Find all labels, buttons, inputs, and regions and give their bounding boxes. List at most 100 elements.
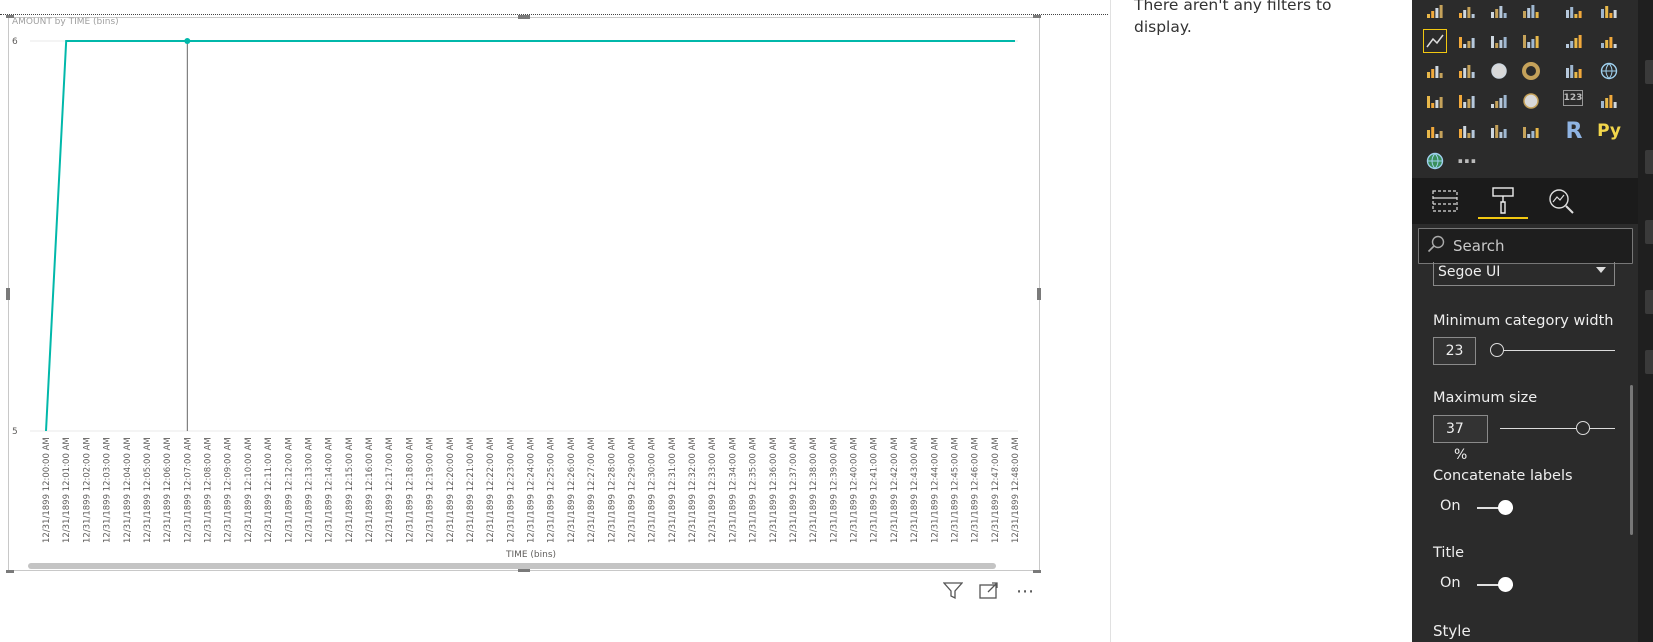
title-toggle[interactable] xyxy=(1498,577,1513,592)
x-tick-label: 12/31/1899 12:41:00 AM xyxy=(870,437,880,543)
funnel-icon[interactable] xyxy=(1488,90,1510,112)
edge-tab[interactable] xyxy=(1645,150,1653,174)
line-column-icon[interactable] xyxy=(1520,30,1542,52)
pie-chart-icon[interactable] xyxy=(1488,60,1510,82)
resize-handle-top[interactable] xyxy=(518,15,530,19)
slicer-icon[interactable] xyxy=(1456,120,1478,142)
filters-empty-message: There aren't any filters to display. xyxy=(1134,0,1332,36)
resize-handle-left[interactable] xyxy=(6,288,10,300)
max-size-track xyxy=(1500,428,1615,429)
focus-mode-icon[interactable] xyxy=(978,582,1000,602)
format-search-input[interactable] xyxy=(1451,236,1625,256)
x-tick-label: 12/31/1899 12:45:00 AM xyxy=(950,437,960,543)
line-clustered-column-icon[interactable] xyxy=(1563,30,1585,52)
area-chart-icon[interactable] xyxy=(1456,30,1478,52)
ribbon-chart-icon[interactable] xyxy=(1598,30,1620,52)
scatter-icon[interactable] xyxy=(1456,60,1478,82)
multi-row-card-icon[interactable] xyxy=(1598,90,1620,112)
donut-icon[interactable] xyxy=(1520,60,1542,82)
arcgis-icon[interactable] xyxy=(1424,150,1446,172)
max-size-slider[interactable] xyxy=(1575,421,1590,435)
x-tick-label: 12/31/1899 12:16:00 AM xyxy=(365,437,375,543)
series-line[interactable] xyxy=(45,40,1015,432)
edge-tab[interactable] xyxy=(1645,220,1653,244)
concatenate-labels-toggle[interactable] xyxy=(1498,500,1513,515)
resize-handle-right[interactable] xyxy=(1037,288,1041,300)
x-tick-label: 12/31/1899 12:05:00 AM xyxy=(143,437,153,543)
min-category-width-slider[interactable] xyxy=(1490,343,1504,357)
x-tick-label: 12/31/1899 12:44:00 AM xyxy=(930,437,940,543)
shape-map-icon[interactable] xyxy=(1456,90,1478,112)
x-tick-label: 12/31/1899 12:10:00 AM xyxy=(244,437,254,543)
x-tick-label: 12/31/1899 12:43:00 AM xyxy=(910,437,920,543)
x-tick-label: 12/31/1899 12:09:00 AM xyxy=(224,437,234,543)
format-search-box[interactable] xyxy=(1418,228,1633,264)
resize-handle-top-left[interactable] xyxy=(6,15,14,18)
font-family-dropdown[interactable]: Segoe UI xyxy=(1433,262,1615,286)
x-tick-label: 12/31/1899 12:06:00 AM xyxy=(163,437,173,543)
line-chart-icon[interactable] xyxy=(1423,29,1447,53)
title-toggle-state: On xyxy=(1440,575,1461,591)
more-visuals-icon[interactable]: ⋯ xyxy=(1456,149,1478,173)
x-tick-label: 12/31/1899 12:46:00 AM xyxy=(971,437,981,543)
search-icon xyxy=(1427,235,1451,257)
filled-map-icon[interactable] xyxy=(1424,90,1446,112)
chart-horizontal-scrollbar[interactable] xyxy=(28,563,996,569)
x-tick-label: 12/31/1899 12:02:00 AM xyxy=(82,437,92,543)
stacked-area-icon[interactable] xyxy=(1488,30,1510,52)
edge-tab[interactable] xyxy=(1645,290,1653,314)
style-section-header[interactable]: Style xyxy=(1433,622,1471,640)
y-tick-label: 5 xyxy=(12,427,18,437)
edge-tab[interactable] xyxy=(1645,350,1653,374)
resize-handle-bottom-right[interactable] xyxy=(1033,570,1041,573)
max-size-value: 37 xyxy=(1446,421,1464,437)
x-tick-label: 12/31/1899 12:23:00 AM xyxy=(506,437,516,543)
x-tick-label: 12/31/1899 12:21:00 AM xyxy=(466,437,476,543)
stacked-bar-icon[interactable] xyxy=(1424,0,1446,22)
x-tick-label: 12/31/1899 12:24:00 AM xyxy=(527,437,537,543)
line-chart[interactable]: 6 5 12/31/1899 12:00:00 AM 12/31/1899 12:0… xyxy=(0,0,1110,570)
clustered-bar-icon[interactable] xyxy=(1488,0,1510,22)
min-category-width-input[interactable]: 23 xyxy=(1433,337,1476,365)
font-family-value: Segoe UI xyxy=(1438,264,1501,280)
python-visual-icon[interactable]: Py xyxy=(1597,120,1621,142)
data-point-highlighted[interactable] xyxy=(184,38,191,44)
x-tick-label: 12/31/1899 12:36:00 AM xyxy=(769,437,779,543)
x-tick-label: 12/31/1899 12:17:00 AM xyxy=(385,437,395,543)
r-visual-icon[interactable]: R xyxy=(1563,119,1585,144)
fields-tab[interactable] xyxy=(1420,183,1470,219)
max-size-input[interactable]: 37 % xyxy=(1433,415,1488,463)
matrix-icon[interactable] xyxy=(1520,120,1542,142)
100-bar-icon[interactable] xyxy=(1563,0,1585,22)
map-icon[interactable] xyxy=(1598,60,1620,82)
table-icon[interactable] xyxy=(1488,120,1510,142)
filters-divider xyxy=(1110,0,1111,642)
card-icon[interactable]: 123 xyxy=(1563,90,1583,106)
x-tick-label: 12/31/1899 12:28:00 AM xyxy=(607,437,617,543)
x-tick-label: 12/31/1899 12:19:00 AM xyxy=(426,437,436,543)
x-tick-label: 12/31/1899 12:01:00 AM xyxy=(62,437,72,543)
clustered-column-icon[interactable] xyxy=(1520,0,1542,22)
treemap-icon[interactable] xyxy=(1563,60,1585,82)
x-tick-label: 12/31/1899 12:48:00 AM xyxy=(1011,437,1021,543)
100-column-icon[interactable] xyxy=(1598,0,1620,22)
x-tick-label: 12/31/1899 12:34:00 AM xyxy=(728,437,738,543)
x-tick-label: 12/31/1899 12:20:00 AM xyxy=(446,437,456,543)
x-tick-label: 12/31/1899 12:04:00 AM xyxy=(123,437,133,543)
kpi-icon[interactable] xyxy=(1424,120,1446,142)
more-options-icon[interactable]: ⋯ xyxy=(1014,582,1036,602)
visual-header: ⋯ xyxy=(942,582,1036,602)
format-pane-scrollbar[interactable] xyxy=(1630,385,1633,535)
resize-handle-top-right[interactable] xyxy=(1033,15,1041,18)
resize-handle-bottom-left[interactable] xyxy=(6,570,14,573)
edge-tab[interactable] xyxy=(1645,60,1653,84)
analytics-tab[interactable] xyxy=(1536,183,1586,219)
x-tick-label: 12/31/1899 12:27:00 AM xyxy=(587,437,597,543)
stacked-column-icon[interactable] xyxy=(1456,0,1478,22)
x-tick-label: 12/31/1899 12:14:00 AM xyxy=(325,437,335,543)
waterfall-icon[interactable] xyxy=(1424,60,1446,82)
gauge-icon[interactable] xyxy=(1520,90,1542,112)
format-tab[interactable] xyxy=(1478,183,1528,219)
x-tick-label: 12/31/1899 12:25:00 AM xyxy=(547,437,557,543)
filter-icon[interactable] xyxy=(942,582,964,602)
